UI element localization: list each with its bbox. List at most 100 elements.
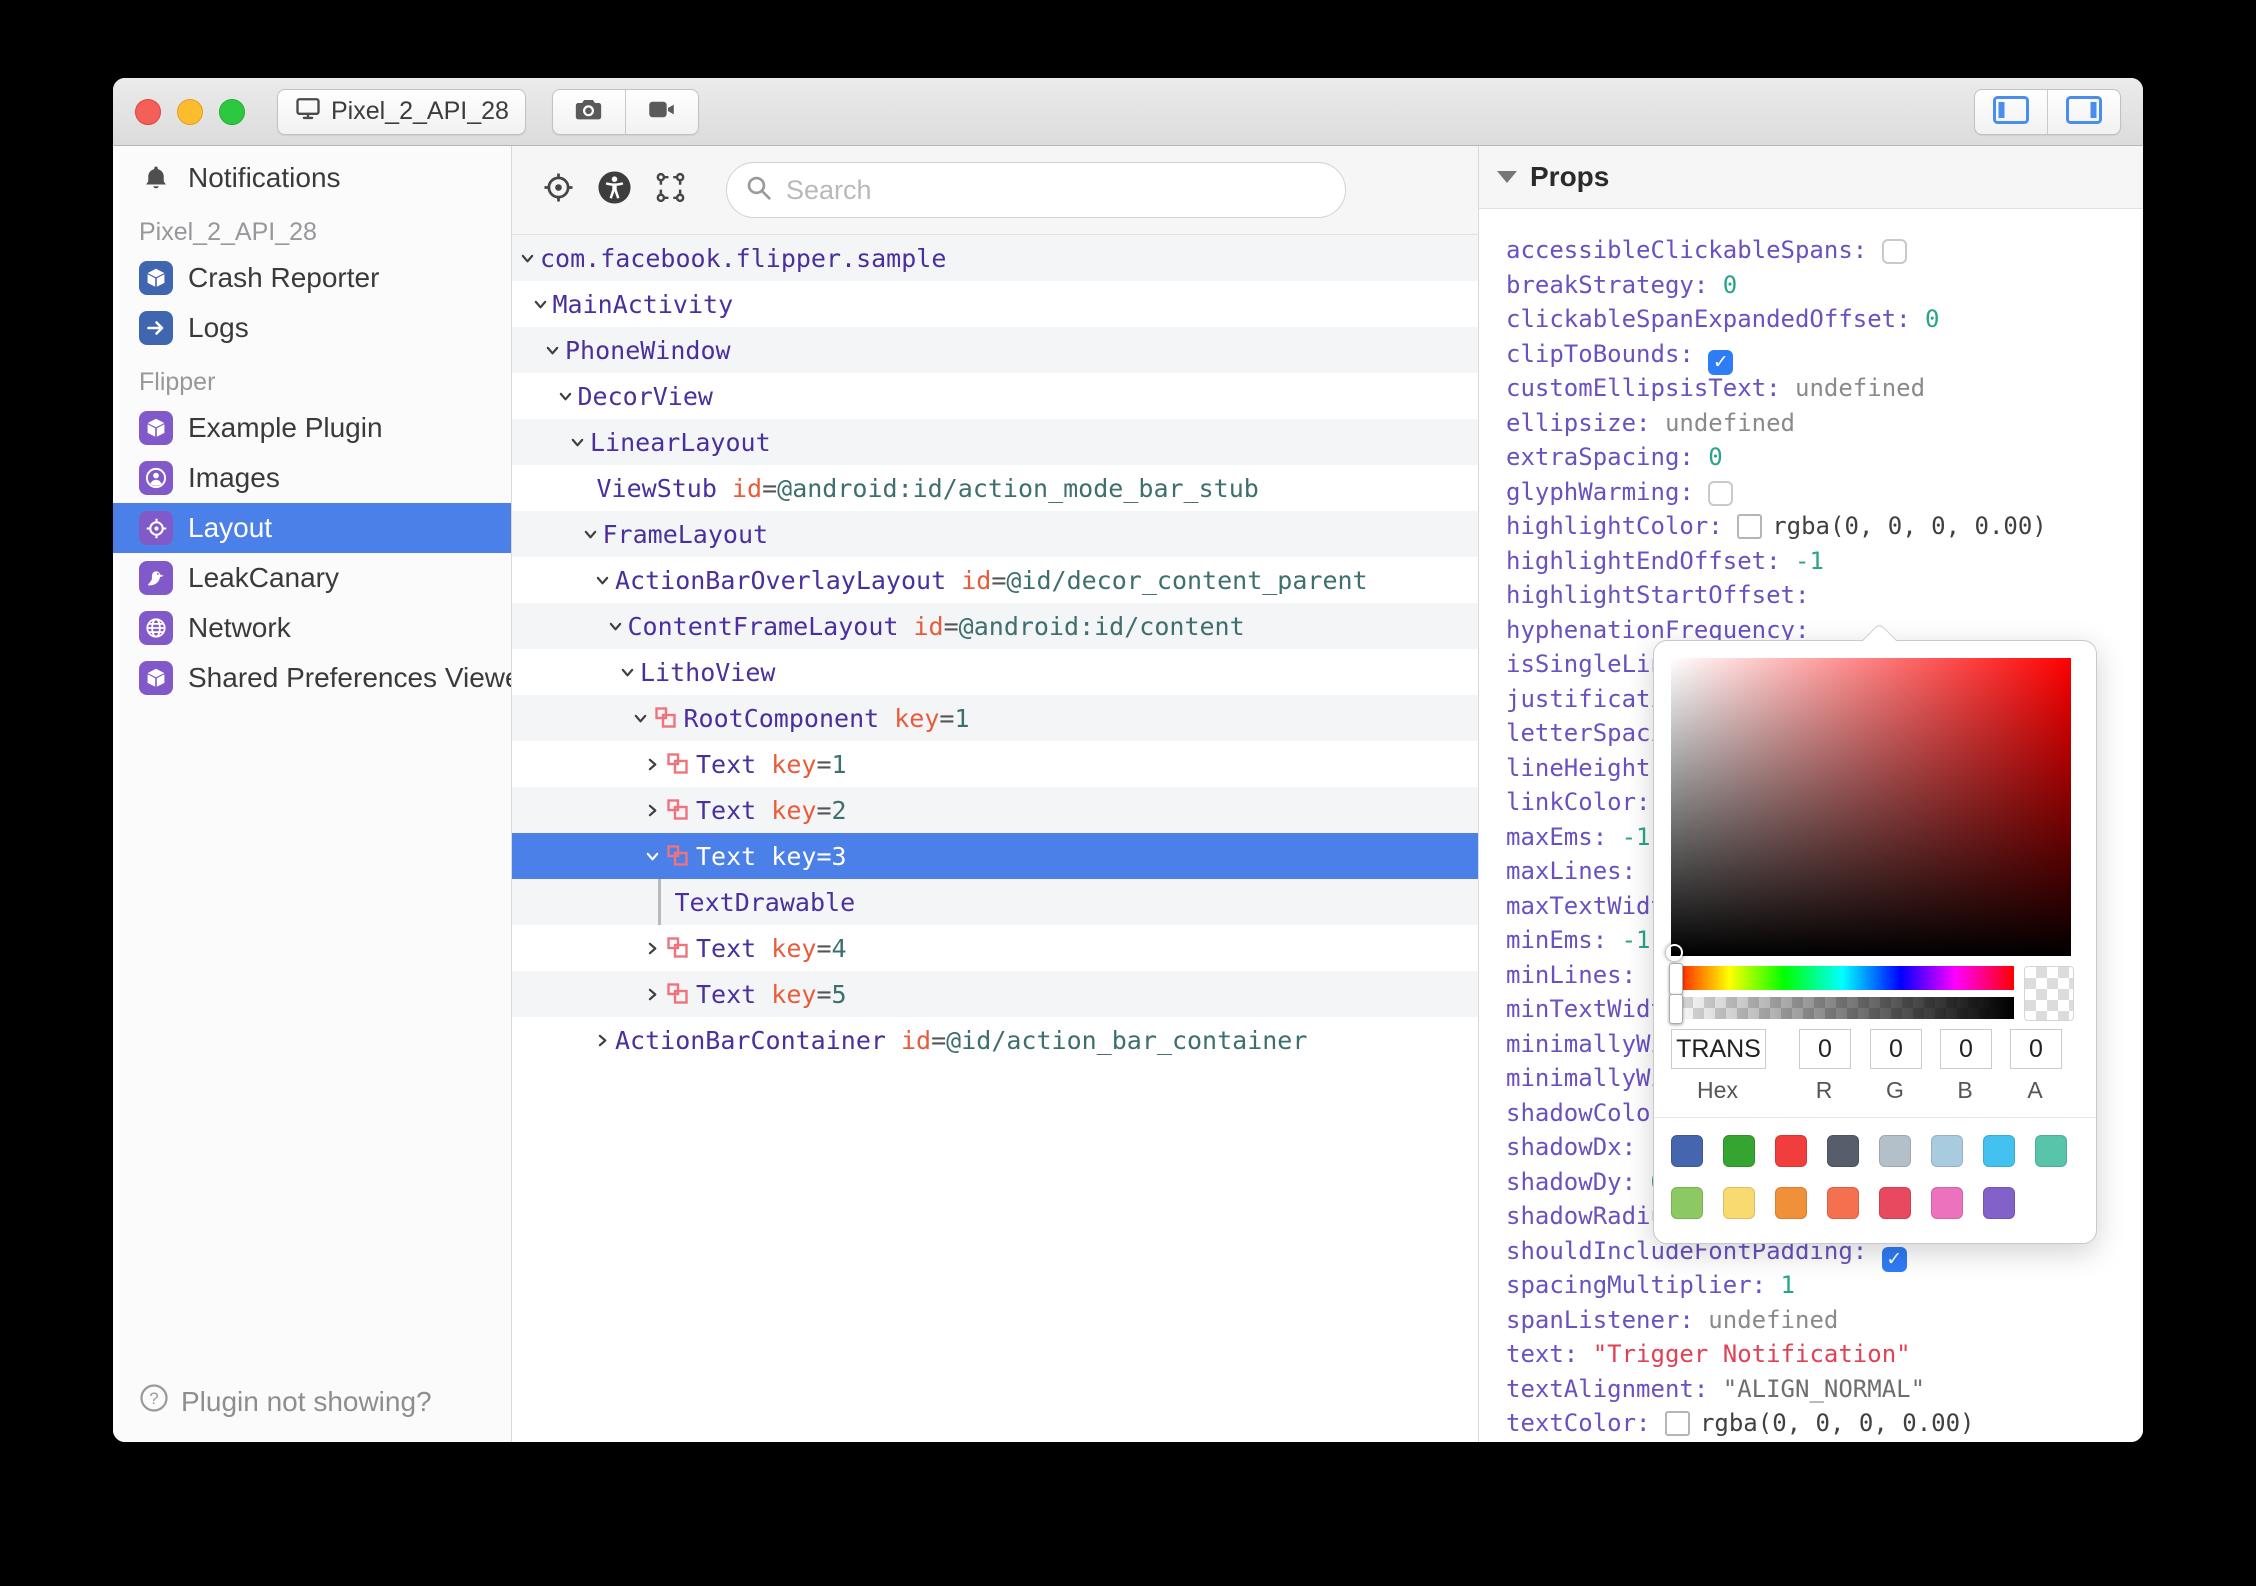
green-input[interactable]: 0 [1870, 1029, 1922, 1069]
chevron-down-icon[interactable] [545, 343, 565, 358]
sidebar-item-example-plugin[interactable]: Example Plugin [113, 403, 511, 453]
chevron-right-icon[interactable] [645, 941, 665, 956]
minimize-button[interactable] [177, 98, 203, 125]
tree-row-text[interactable]: Text key = 2 [512, 787, 1478, 833]
sidebar-item-shared-preferences-viewer[interactable]: Shared Preferences Viewer [113, 653, 511, 703]
preset-color-swatch[interactable] [1879, 1187, 1911, 1219]
prop-value[interactable]: 0 [1723, 271, 1737, 299]
sidebar-item-leakcanary[interactable]: LeakCanary [113, 553, 511, 603]
prop-value[interactable]: -1 [1622, 926, 1651, 954]
alpha-input[interactable]: 0 [2010, 1029, 2062, 1069]
target-mode-button[interactable] [530, 171, 586, 209]
prop-value[interactable]: -1 [1795, 547, 1824, 575]
chevron-down-icon[interactable] [583, 527, 603, 542]
sidebar-item-images[interactable]: Images [113, 453, 511, 503]
prop-value[interactable]: 0 [1925, 305, 1939, 333]
tree-row-lithoview[interactable]: LithoView [512, 649, 1478, 695]
tree-row-text[interactable]: Text key = 4 [512, 925, 1478, 971]
plugin-not-showing-link[interactable]: ? Plugin not showing? [139, 1383, 432, 1420]
preset-color-swatch[interactable] [1723, 1135, 1755, 1167]
chevron-right-icon[interactable] [645, 803, 665, 818]
zoom-button[interactable] [219, 98, 245, 125]
tree-row-framelayout[interactable]: FrameLayout [512, 511, 1478, 557]
sidebar-item-crash-reporter[interactable]: Crash Reporter [113, 253, 511, 303]
chevron-down-icon[interactable] [558, 389, 578, 404]
tree-row-text[interactable]: Text key = 5 [512, 971, 1478, 1017]
sidebar-item-notifications[interactable]: Notifications [113, 153, 511, 203]
preset-color-swatch[interactable] [1671, 1187, 1703, 1219]
search-box[interactable] [726, 162, 1346, 218]
preset-color-swatch[interactable] [1931, 1187, 1963, 1219]
preset-color-swatch[interactable] [1775, 1187, 1807, 1219]
sidebar-item-network[interactable]: Network [113, 603, 511, 653]
chevron-right-icon[interactable] [595, 1033, 615, 1048]
prop-checkbox-unchecked[interactable] [1708, 480, 1734, 506]
chevron-down-icon[interactable] [620, 665, 640, 680]
tree-row-actionbarcontainer[interactable]: ActionBarContainer id = @id/action_bar_con… [512, 1017, 1478, 1063]
tree-row-decorview[interactable]: DecorView [512, 373, 1478, 419]
props-header[interactable]: Props [1479, 146, 2143, 209]
hue-slider-handle[interactable] [1669, 963, 1683, 995]
blue-input[interactable]: 0 [1940, 1029, 1992, 1069]
prop-color-swatch[interactable] [1737, 514, 1763, 539]
prop-value[interactable]: "ALIGN_NORMAL" [1723, 1375, 1925, 1403]
prop-color-swatch[interactable] [1664, 1411, 1690, 1436]
tree-row-phonewindow[interactable]: PhoneWindow [512, 327, 1478, 373]
preset-color-swatch[interactable] [1983, 1135, 2015, 1167]
preset-color-swatch[interactable] [1827, 1187, 1859, 1219]
prop-value[interactable]: 1 [1781, 1271, 1795, 1299]
chevron-down-icon[interactable] [520, 251, 540, 266]
preset-color-swatch[interactable] [1827, 1135, 1859, 1167]
prop-checkbox-unchecked[interactable] [1881, 239, 1907, 264]
hex-input[interactable]: TRANS [1671, 1029, 1766, 1069]
preset-color-swatch[interactable] [1983, 1187, 2015, 1219]
prop-value[interactable]: rgba(0, 0, 0, 0.00) [1700, 1409, 1975, 1437]
tree-row-text[interactable]: Text key = 1 [512, 741, 1478, 787]
preset-color-swatch[interactable] [1671, 1135, 1703, 1167]
tree-row-contentframelayout[interactable]: ContentFrameLayout id = @android:id/conten… [512, 603, 1478, 649]
chevron-down-icon[interactable] [633, 711, 653, 726]
chevron-down-icon[interactable] [533, 297, 553, 312]
prop-checkbox-checked[interactable]: ✓ [1881, 1246, 1907, 1272]
prop-value[interactable]: 0 [1708, 443, 1722, 471]
chevron-down-icon[interactable] [595, 573, 615, 588]
tree-row-text[interactable]: Text key = 3 [512, 833, 1478, 879]
saturation-field[interactable] [1666, 658, 2071, 961]
hue-slider[interactable] [1669, 963, 2014, 995]
chevron-right-icon[interactable] [645, 987, 665, 1002]
alpha-slider-handle[interactable] [1669, 994, 1683, 1024]
sidebar-item-layout[interactable]: Layout [113, 503, 511, 553]
toggle-left-panel-button[interactable] [1975, 90, 2047, 134]
tree-row-viewstub[interactable]: ViewStub id = @android:id/action_mode_bar_… [512, 465, 1478, 511]
preset-color-swatch[interactable] [1723, 1187, 1755, 1219]
red-input[interactable]: 0 [1799, 1029, 1851, 1069]
saturation-picker-handle[interactable] [1666, 944, 1683, 961]
search-input[interactable] [784, 173, 1327, 207]
device-selector-button[interactable]: Pixel_2_API_28 [277, 88, 526, 135]
preset-color-swatch[interactable] [1879, 1135, 1911, 1167]
chevron-down-icon[interactable] [645, 849, 665, 864]
tree-row-textdrawable[interactable]: TextDrawable [512, 879, 1478, 925]
tree-row-com.facebook.flipper.sample[interactable]: com.facebook.flipper.sample [512, 235, 1478, 281]
prop-value[interactable]: "Trigger Notification" [1593, 1340, 1911, 1368]
tree-row-linearlayout[interactable]: LinearLayout [512, 419, 1478, 465]
chevron-right-icon[interactable] [645, 757, 665, 772]
tree-row-rootcomponent[interactable]: RootComponent key = 1 [512, 695, 1478, 741]
close-button[interactable] [135, 98, 161, 125]
chevron-down-icon[interactable] [570, 435, 590, 450]
screenshot-button[interactable] [553, 90, 625, 134]
screen-record-button[interactable] [624, 89, 698, 134]
prop-value[interactable]: -1 [1622, 823, 1651, 851]
prop-value[interactable]: rgba(0, 0, 0, 0.00) [1772, 512, 2047, 540]
preset-color-swatch[interactable] [1775, 1135, 1807, 1167]
preset-color-swatch[interactable] [1931, 1135, 1963, 1167]
sidebar-item-logs[interactable]: Logs [113, 303, 511, 353]
preset-color-swatch[interactable] [2035, 1135, 2067, 1167]
accessibility-mode-button[interactable] [586, 170, 642, 210]
alpha-slider[interactable] [1669, 994, 2014, 1024]
chevron-down-icon[interactable] [608, 619, 628, 634]
tree-row-mainactivity[interactable]: MainActivity [512, 281, 1478, 327]
toggle-right-panel-button[interactable] [2047, 90, 2120, 134]
tree-row-actionbaroverlaylayout[interactable]: ActionBarOverlayLayout id = @id/decor_cont… [512, 557, 1478, 603]
node-picker-button[interactable] [642, 171, 698, 209]
